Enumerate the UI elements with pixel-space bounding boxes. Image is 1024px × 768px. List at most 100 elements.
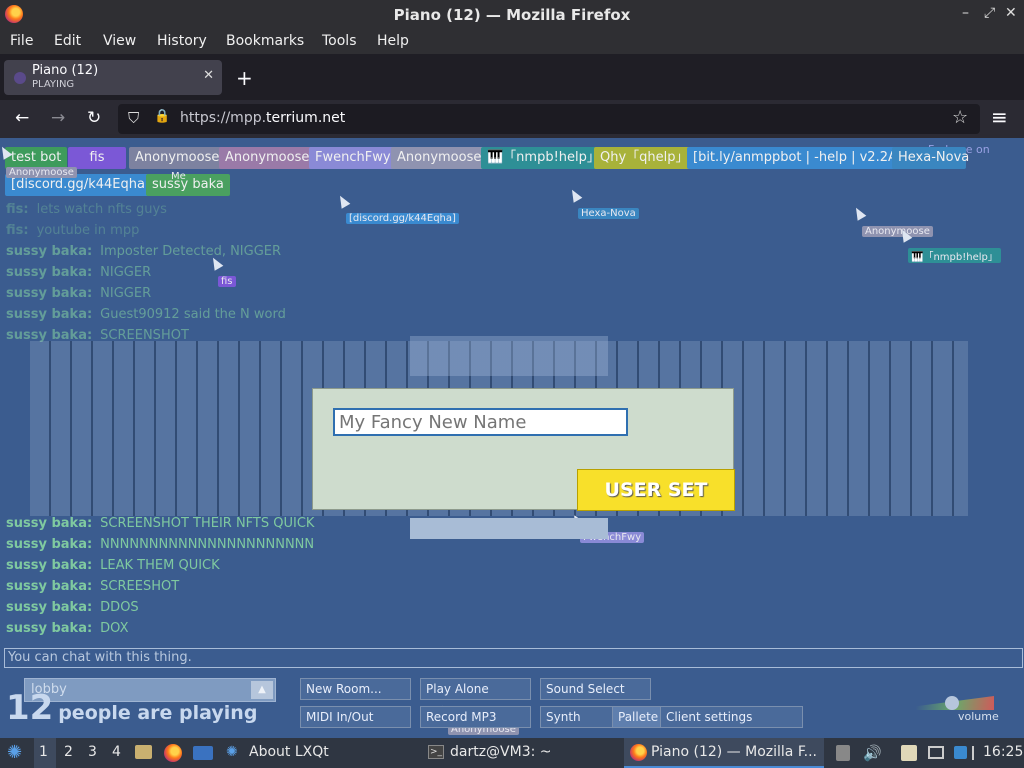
user-set-button[interactable]: USER SET [577,469,735,511]
client-settings-button[interactable]: Client settings [660,706,803,728]
cursor-name-tag: Me [171,171,186,182]
back-button[interactable]: ← [15,108,29,128]
record-mp3-button[interactable]: Record MP3 [420,706,531,728]
tab-piano[interactable]: Piano (12) PLAYING ✕ [4,60,222,95]
menu-file[interactable]: File [10,33,33,49]
chat-text: Imposter Detected, NIGGER [100,244,282,259]
taskbar-firefox-icon [630,744,647,761]
chat-author: sussy baka: [6,265,93,280]
chat-author: sussy baka: [6,621,93,636]
menu-view[interactable]: View [103,33,136,49]
close-window-button[interactable]: ✕ [1005,5,1017,21]
play-alone-button[interactable]: Play Alone [420,678,531,700]
url-text: https://mpp.terrium.net [180,110,345,126]
room-info-bar [410,518,608,539]
player-tag[interactable]: [bit.ly/anmppbot | -help | v2.2A] [687,147,908,169]
synth-button[interactable]: Synth [540,706,616,728]
player-tag[interactable]: fis [68,147,126,169]
desktop-2-button[interactable]: 2 [64,744,73,760]
tab-strip: Piano (12) PLAYING ✕ + [0,54,1024,100]
chat-author: sussy baka: [6,244,93,259]
chat-message: sussy baka: NIGGER [6,265,151,280]
url-bar[interactable]: ⛉ 🔒 https://mpp.terrium.net ☆ [118,104,980,134]
player-tag[interactable]: Qhy「qhelp」 [594,147,695,169]
network-tray-icon[interactable] [928,746,944,759]
menu-edit[interactable]: Edit [54,33,81,49]
desktop-show-icon[interactable] [193,746,213,760]
chat-message: sussy baka: NIGGER [6,286,151,301]
window-title: Piano (12) — Mozilla Firefox [393,6,631,24]
chat-input[interactable]: You can chat with this thing. [4,648,1023,668]
volume-knob[interactable] [945,696,959,710]
cursor-name-tag: Hexa-Nova [578,208,639,219]
sound-select-button[interactable]: Sound Select [540,678,651,700]
menu-help[interactable]: Help [377,33,409,49]
app-menu-button[interactable]: ≡ [991,105,1008,129]
start-menu-icon[interactable]: ✺ [7,742,22,763]
shield-icon[interactable]: ⛉ [128,109,139,127]
minimize-button[interactable]: – [962,5,969,21]
clock[interactable]: 16:25 [983,744,1023,760]
rename-dialog: USER SET [312,388,735,511]
navigation-bar: ← → ↻ ⛉ 🔒 https://mpp.terrium.net ☆ ≡ [0,100,1024,138]
notes-tray-icon[interactable] [901,745,917,761]
player-tag[interactable]: Anonymoose [129,147,226,169]
terminal-icon: >_ [428,745,444,759]
chat-message: fis: lets watch nfts guys [6,202,167,217]
chat-author: fis: [6,202,29,217]
chat-message: sussy baka: SCREENSHOT THEIR NFTS QUICK [6,516,314,531]
menu-bookmarks[interactable]: Bookmarks [226,33,304,49]
chat-message: fis: youtube in mpp [6,223,139,238]
tab-status: PLAYING [32,79,75,90]
chat-message: sussy baka: Imposter Detected, NIGGER [6,244,281,259]
pallete-button[interactable]: Pallete [612,706,664,728]
volume-label: volume [958,710,999,723]
window-titlebar: Piano (12) — Mozilla Firefox – ⤢ ✕ [0,0,1024,29]
desktop-4-button[interactable]: 4 [112,744,121,760]
desktop-1-button[interactable]: 1 [39,744,48,760]
chat-text: youtube in mpp [36,223,140,238]
chat-author: sussy baka: [6,516,93,531]
menu-history[interactable]: History [157,33,207,49]
taskbar-terminal[interactable]: dartz@VM3: ~ [450,744,552,760]
taskbar-about-lxqt[interactable]: About LXQt [249,744,329,760]
update-tray-icon[interactable] [954,746,967,759]
player-tag[interactable]: FwenchFwy [309,147,397,169]
desktop-3-button[interactable]: 3 [88,744,97,760]
username-input[interactable] [333,408,628,436]
cursor-name-tag: fis [218,276,236,287]
tray-divider [972,746,978,760]
taskbar-firefox[interactable]: Piano (12) — Mozilla F... [651,744,817,760]
new-tab-button[interactable]: + [236,66,253,90]
player-tag[interactable]: Anonymoose [219,147,316,169]
player-tag[interactable]: 🎹「nmpb!help」 [481,147,606,169]
new-room-button[interactable]: New Room... [300,678,411,700]
volume-tray-icon[interactable]: 🔊 [863,744,882,762]
chat-text: NIGGER [100,265,152,280]
clipboard-tray-icon[interactable] [836,745,850,761]
player-tag[interactable]: Anonymoose [391,147,488,169]
player-tag[interactable]: test bot [5,147,68,169]
cursor-arrow-icon [851,205,867,221]
tab-favicon-icon [14,72,26,84]
chat-message: sussy baka: DOX [6,621,129,636]
chat-author: sussy baka: [6,537,93,552]
midi-button[interactable]: MIDI In/Out [300,706,411,728]
chat-author: sussy baka: [6,558,93,573]
chat-author: fis: [6,223,29,238]
chat-message: sussy baka: DDOS [6,600,139,615]
file-manager-icon[interactable] [135,745,152,759]
forward-button[interactable]: → [51,108,65,128]
cursor-arrow-icon [335,193,351,209]
tab-close-icon[interactable]: ✕ [203,68,214,83]
chat-text: SCREENSHOT THEIR NFTS QUICK [100,516,315,531]
chat-text: lets watch nfts guys [36,202,167,217]
reload-button[interactable]: ↻ [87,108,101,128]
chat-text: Guest90912 said the N word [100,307,286,322]
player-tag[interactable]: Hexa-Nova [892,147,969,169]
firefox-launcher-icon[interactable] [164,744,182,762]
maximize-button[interactable]: ⤢ [984,5,995,21]
menu-tools[interactable]: Tools [322,33,357,49]
lock-icon[interactable]: 🔒 [154,109,170,124]
bookmark-star-icon[interactable]: ☆ [952,107,968,128]
